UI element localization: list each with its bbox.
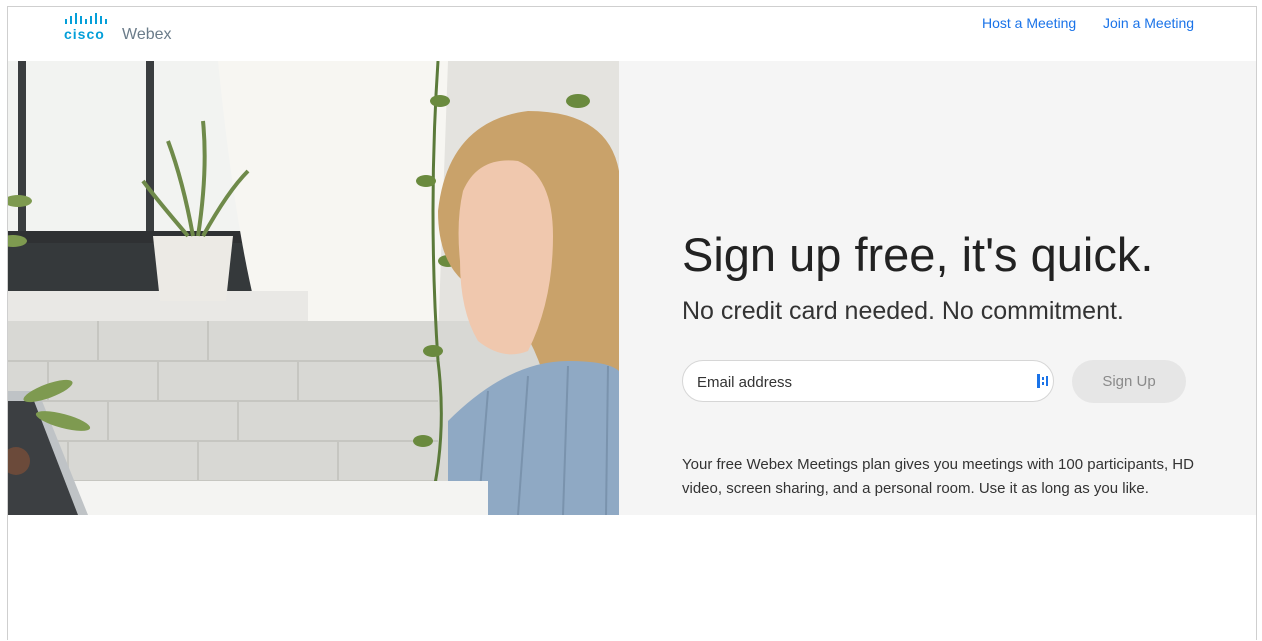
cisco-bars-icon: [65, 13, 107, 24]
signup-headline: Sign up free, it's quick.: [682, 228, 1154, 281]
cisco-webex-logo[interactable]: cisco Webex: [64, 13, 194, 47]
hero-section: Sign up free, it's quick. No credit card…: [8, 61, 1256, 515]
signup-panel: Sign up free, it's quick. No credit card…: [619, 61, 1256, 515]
top-navigation-bar: cisco Webex Host a Meeting Join a Meetin…: [8, 7, 1256, 61]
email-input[interactable]: [695, 361, 1019, 403]
webex-wordmark: Webex: [122, 26, 172, 43]
hero-photo: [8, 61, 619, 515]
host-meeting-link[interactable]: Host a Meeting: [982, 15, 1076, 31]
email-field-container: [682, 360, 1054, 403]
sign-up-button[interactable]: Sign Up: [1072, 360, 1186, 403]
join-meeting-link[interactable]: Join a Meeting: [1103, 15, 1194, 31]
plan-description: Your free Webex Meetings plan gives you …: [682, 456, 1194, 497]
woman-laptop-illustration: [8, 61, 619, 515]
cisco-wordmark: cisco: [64, 26, 105, 42]
browser-viewport: cisco Webex Host a Meeting Join a Meetin…: [7, 6, 1257, 640]
signup-subhead: No credit card needed. No commitment.: [682, 297, 1124, 325]
password-manager-icon[interactable]: [1035, 373, 1051, 389]
